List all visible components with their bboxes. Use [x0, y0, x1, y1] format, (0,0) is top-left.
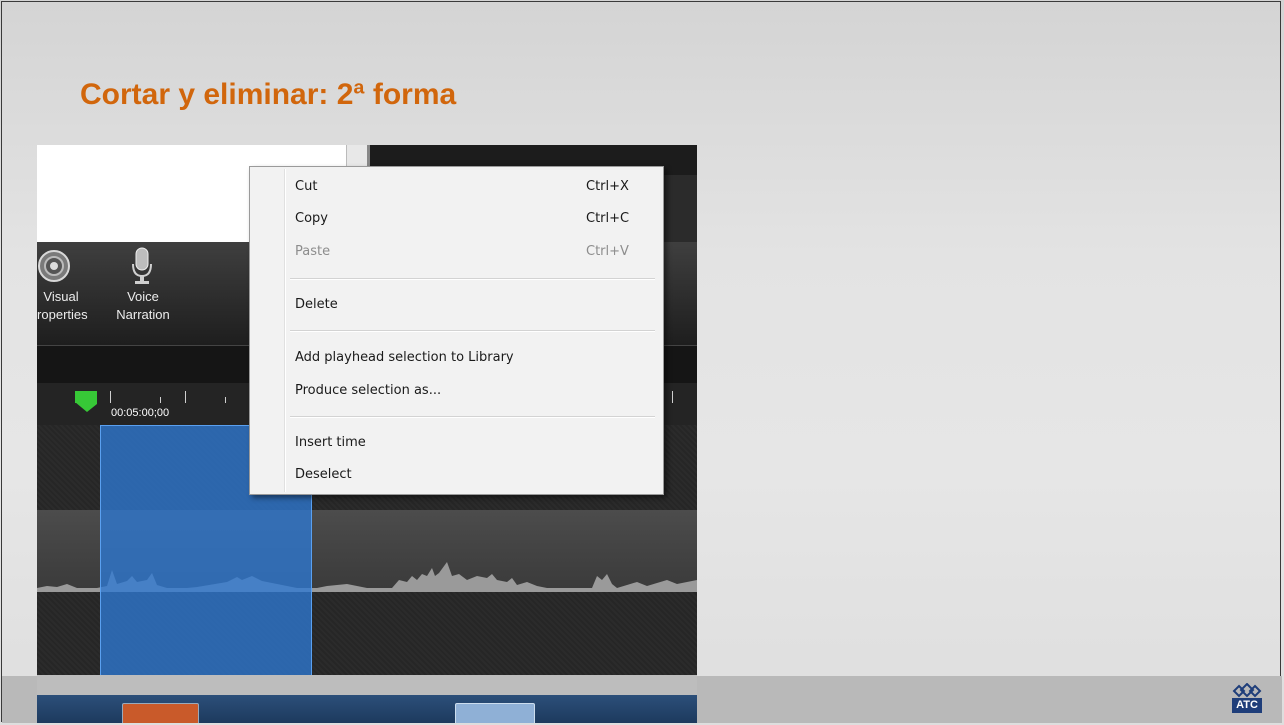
context-menu: Cut Ctrl+X Copy Ctrl+C Paste Ctrl+V Dele…: [249, 166, 664, 495]
slide-title: Cortar y eliminar: 2ª forma: [80, 78, 457, 111]
menu-separator: [290, 416, 655, 418]
menu-item-deselect[interactable]: Deselect: [286, 461, 656, 489]
menu-item-produce-selection[interactable]: Produce selection as...: [286, 377, 656, 405]
menu-separator: [290, 330, 655, 332]
menu-item-label: Copy: [295, 211, 328, 226]
ruler-tick: [110, 391, 111, 403]
menu-item-label: Delete: [295, 297, 338, 312]
menu-item-label: Cut: [295, 179, 318, 194]
visual-properties-label-2: Properties: [37, 307, 88, 322]
menu-item-shortcut: Ctrl+C: [586, 211, 630, 226]
ruler-tick: [160, 397, 161, 403]
menu-item-delete[interactable]: Delete: [286, 291, 656, 319]
windows-taskbar: [37, 695, 697, 723]
menu-item-label: Insert time: [295, 435, 366, 450]
logo-text: ATC: [1236, 699, 1258, 711]
voice-narration-label-2: Narration: [116, 307, 170, 322]
menu-item-shortcut: Ctrl+V: [586, 244, 629, 259]
menu-item-label: Add playhead selection to Library: [295, 350, 514, 365]
ruler-tick: [185, 391, 186, 403]
menu-item-label: Deselect: [295, 467, 352, 482]
menu-item-copy[interactable]: Copy Ctrl+C: [286, 205, 656, 233]
ruler-tick: [672, 391, 673, 403]
atc-logo: ATC: [1232, 682, 1262, 713]
menu-item-cut[interactable]: Cut Ctrl+X: [286, 173, 656, 201]
timeline-scrollbar[interactable]: [37, 675, 697, 695]
taskbar-button[interactable]: [122, 703, 199, 723]
visual-properties-label-1: Visual: [43, 289, 79, 304]
ruler-timecode: 00:05:00;00: [111, 407, 170, 419]
menu-item-paste[interactable]: Paste Ctrl+V: [286, 238, 656, 266]
menu-item-add-to-library[interactable]: Add playhead selection to Library: [286, 344, 656, 372]
visual-properties-icon[interactable]: [37, 248, 73, 284]
visual-properties-button[interactable]: Visual Properties: [37, 288, 93, 324]
voice-narration-button[interactable]: Voice Narration: [107, 288, 179, 324]
menu-separator: [290, 278, 655, 280]
menu-item-label: Paste: [295, 244, 331, 259]
microphone-icon[interactable]: [129, 246, 155, 286]
playhead-pointer: [75, 402, 97, 412]
menu-item-label: Produce selection as...: [295, 383, 442, 398]
menu-item-shortcut: Ctrl+X: [586, 179, 629, 194]
voice-narration-label-1: Voice: [127, 289, 159, 304]
ruler-tick: [225, 397, 226, 403]
taskbar-button[interactable]: [455, 703, 535, 723]
menu-item-insert-time[interactable]: Insert time: [286, 429, 656, 457]
